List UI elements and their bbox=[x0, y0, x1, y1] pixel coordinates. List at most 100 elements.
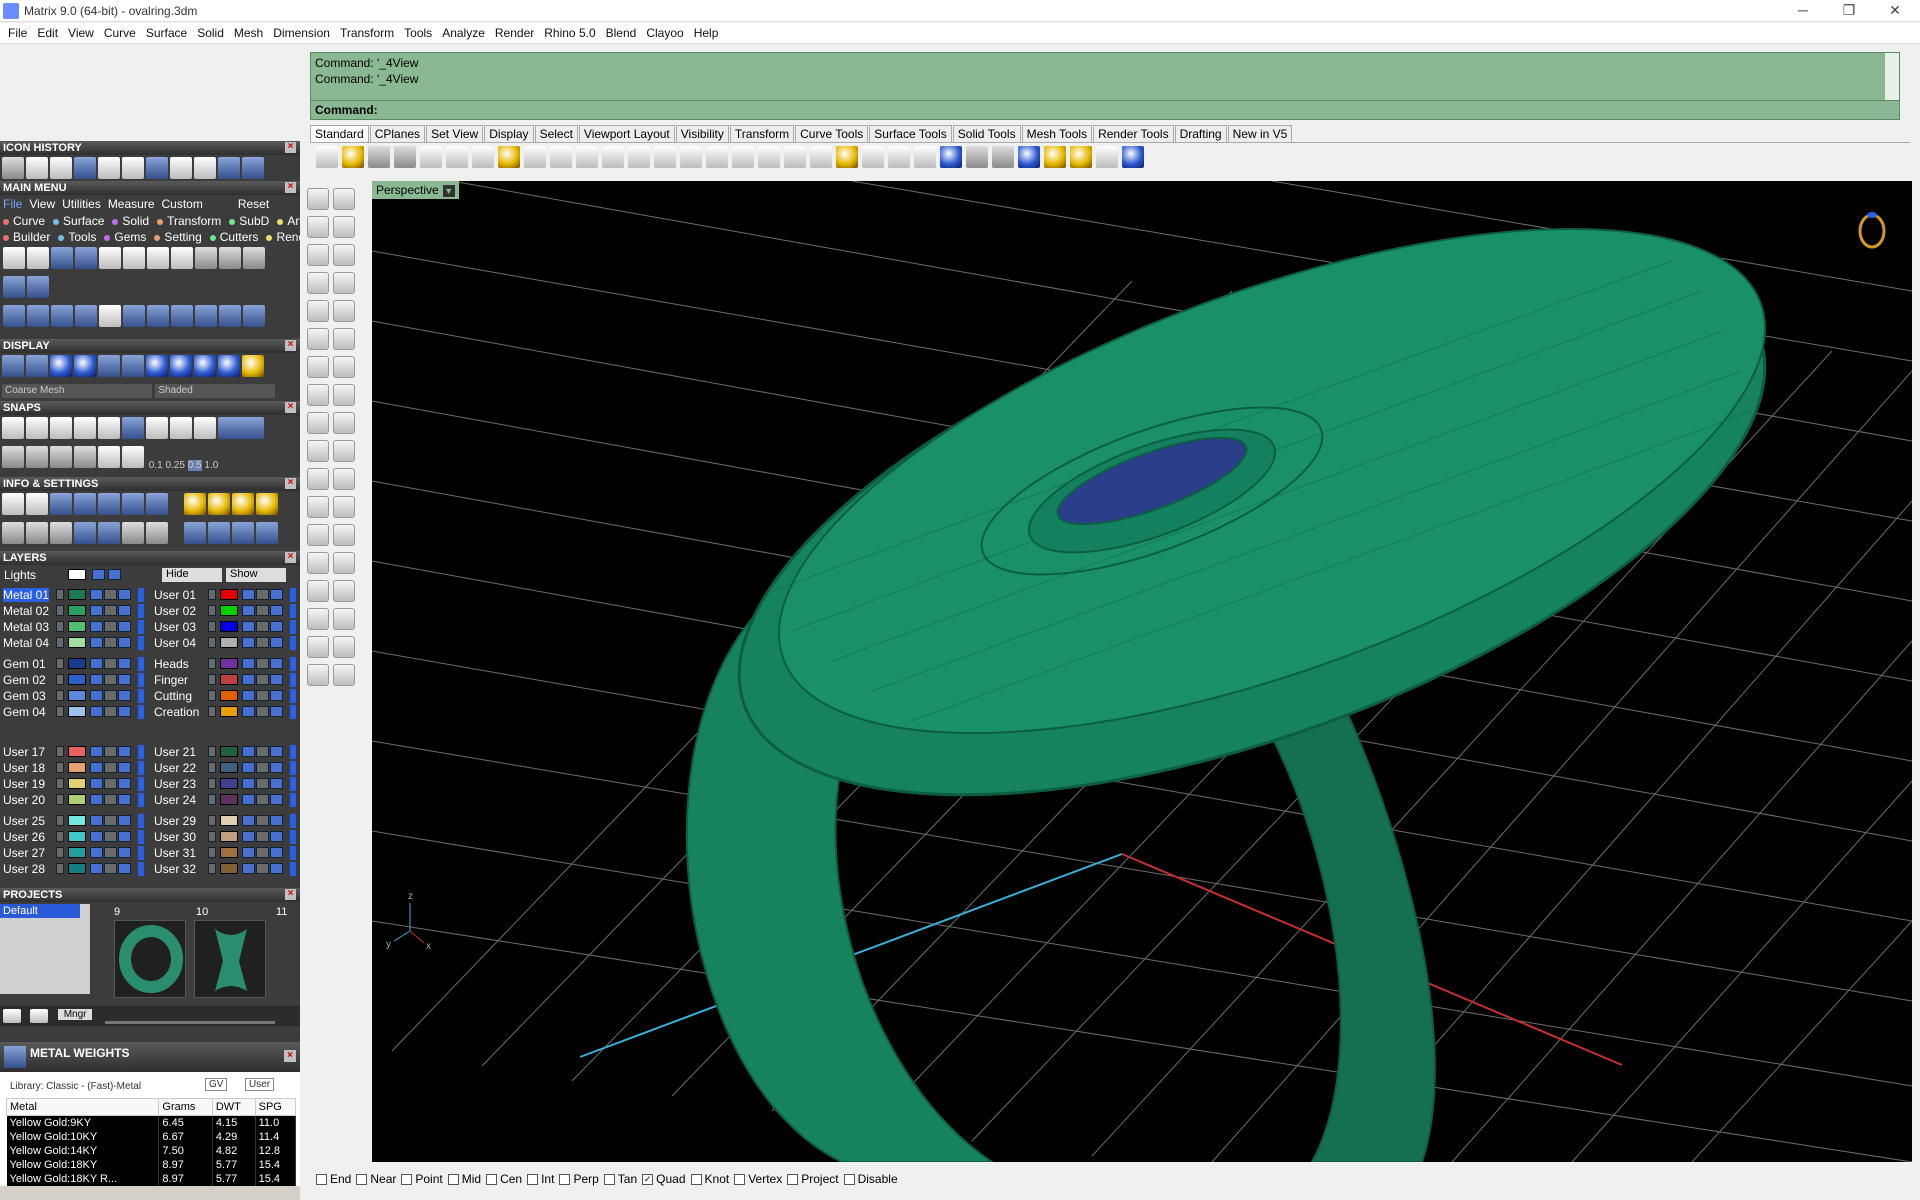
grid-icon[interactable] bbox=[2, 446, 24, 468]
layer-visible-icon[interactable] bbox=[242, 762, 255, 773]
layer-name[interactable]: User 32 bbox=[154, 862, 196, 876]
snap-icon[interactable] bbox=[26, 417, 48, 439]
snap-icon[interactable] bbox=[98, 417, 120, 439]
osnap-checkbox[interactable] bbox=[356, 1174, 368, 1186]
layer-row[interactable]: Gem 04 bbox=[0, 704, 148, 720]
menu-item[interactable]: Edit bbox=[32, 23, 63, 40]
layer-visible-icon[interactable] bbox=[90, 794, 103, 805]
table-row[interactable]: Yellow Gold:18KY R... 8.97 5.77 15.4 bbox=[6, 1172, 297, 1186]
osnap-checkbox[interactable] bbox=[527, 1174, 539, 1186]
show-button[interactable]: Show bbox=[226, 568, 286, 582]
layer-current-icon[interactable] bbox=[56, 831, 64, 842]
split-icon[interactable] bbox=[307, 440, 329, 462]
main-menu-category[interactable]: Gems bbox=[104, 230, 150, 244]
layer-lock-icon[interactable] bbox=[256, 658, 269, 669]
history-tool-icon[interactable] bbox=[146, 157, 168, 179]
layer-row[interactable]: User 23 bbox=[152, 776, 300, 792]
layer-lock-icon[interactable] bbox=[104, 762, 117, 773]
join-icon[interactable] bbox=[307, 468, 329, 490]
layer-row[interactable]: Metal 04 bbox=[0, 635, 148, 651]
menu-item[interactable]: Surface bbox=[141, 23, 192, 40]
layer-name[interactable]: User 04 bbox=[154, 636, 196, 650]
info-icon[interactable] bbox=[50, 493, 72, 515]
offset-icon[interactable] bbox=[307, 496, 329, 518]
zoom-extents-icon[interactable] bbox=[654, 146, 676, 168]
project-thumbnail[interactable] bbox=[194, 920, 266, 998]
circle-icon[interactable] bbox=[307, 244, 329, 266]
layer-current-icon[interactable] bbox=[56, 847, 64, 858]
layer-row[interactable]: Gem 02 bbox=[0, 672, 148, 688]
layer-row[interactable]: User 02 bbox=[152, 603, 300, 619]
ellipse-icon[interactable] bbox=[333, 244, 355, 266]
main-menu-tab[interactable]: View bbox=[29, 197, 55, 211]
metal-column-header[interactable]: Metal bbox=[5, 1098, 160, 1116]
info-icon[interactable] bbox=[122, 522, 144, 544]
osnap-option[interactable]: Disable bbox=[843, 1172, 898, 1186]
info-icon[interactable] bbox=[74, 493, 96, 515]
layer-lock-icon[interactable] bbox=[104, 621, 117, 632]
main-menu-category[interactable]: Builder bbox=[3, 230, 54, 244]
layer-name[interactable]: User 20 bbox=[3, 793, 45, 807]
layer-lock-icon[interactable] bbox=[256, 746, 269, 757]
explode-icon[interactable] bbox=[333, 468, 355, 490]
osnap-option[interactable]: Int bbox=[527, 1172, 554, 1186]
new-icon[interactable] bbox=[316, 146, 338, 168]
layer-toggle[interactable] bbox=[108, 569, 121, 580]
layer-visible-icon[interactable] bbox=[90, 746, 103, 757]
layer-name[interactable]: Finger bbox=[154, 673, 188, 687]
help-icon[interactable] bbox=[1122, 146, 1144, 168]
material-icon[interactable] bbox=[992, 146, 1014, 168]
layer-visible-icon[interactable] bbox=[242, 831, 255, 842]
menu-item[interactable]: Curve bbox=[99, 23, 141, 40]
layer-current-icon[interactable] bbox=[56, 658, 64, 669]
gold-sphere-icon[interactable] bbox=[242, 355, 264, 377]
layer-row[interactable]: User 28 bbox=[0, 861, 148, 877]
osnap-option[interactable]: Mid bbox=[447, 1172, 481, 1186]
layer-name[interactable]: User 28 bbox=[3, 862, 45, 876]
curve-tool-icon[interactable] bbox=[195, 305, 217, 327]
layer-visible-icon[interactable] bbox=[242, 621, 255, 632]
info-icon[interactable] bbox=[122, 493, 144, 515]
osnap-option[interactable]: Project bbox=[787, 1172, 839, 1186]
paint-icon[interactable] bbox=[333, 664, 355, 686]
table-row[interactable]: Yellow Gold:9KY 6.45 4.15 11.0 bbox=[6, 1115, 297, 1130]
layer-color-swatch[interactable] bbox=[220, 674, 238, 685]
layer-row[interactable]: User 03 bbox=[152, 619, 300, 635]
layer-row[interactable]: Cutting bbox=[152, 688, 300, 704]
sphere-icon[interactable] bbox=[218, 355, 240, 377]
layer-lock-icon[interactable] bbox=[256, 674, 269, 685]
save-as-icon[interactable] bbox=[123, 247, 145, 269]
layer-row[interactable]: User 26 bbox=[0, 829, 148, 845]
menu-item[interactable]: Blend bbox=[601, 23, 642, 40]
layer-color-swatch[interactable] bbox=[220, 863, 238, 874]
open-file-icon[interactable] bbox=[27, 247, 49, 269]
layer-lock-icon[interactable] bbox=[104, 658, 117, 669]
history-tool-icon[interactable] bbox=[170, 157, 192, 179]
layer-current-icon[interactable] bbox=[208, 674, 216, 685]
layer-tool-icon[interactable] bbox=[3, 276, 25, 298]
curve-tool-icon[interactable] bbox=[147, 305, 169, 327]
layer-visible-icon[interactable] bbox=[90, 831, 103, 842]
align-icon[interactable] bbox=[333, 608, 355, 630]
four-view-icon[interactable] bbox=[732, 146, 754, 168]
osnap-checkbox[interactable]: ✓ bbox=[642, 1174, 654, 1186]
viewport-label[interactable]: Perspective ▼ bbox=[372, 181, 459, 199]
layer-lock-icon[interactable] bbox=[256, 605, 269, 616]
project-slider[interactable] bbox=[104, 1021, 275, 1025]
layer-lock-icon[interactable] bbox=[256, 637, 269, 648]
snap-icon[interactable] bbox=[122, 417, 144, 439]
render-icon[interactable] bbox=[1018, 146, 1040, 168]
layer-name[interactable]: User 21 bbox=[154, 745, 196, 759]
snap-icon[interactable] bbox=[26, 446, 48, 468]
osnap-checkbox[interactable] bbox=[603, 1174, 615, 1186]
layer-visible-icon[interactable] bbox=[242, 706, 255, 717]
project-list[interactable]: Default bbox=[0, 904, 90, 994]
layer-current-icon[interactable] bbox=[208, 847, 216, 858]
move-icon[interactable] bbox=[99, 305, 121, 327]
toolbar-tab[interactable]: Select bbox=[534, 125, 578, 142]
main-menu-category[interactable]: Art bbox=[277, 214, 300, 228]
print-icon[interactable] bbox=[394, 146, 416, 168]
sphere-icon[interactable] bbox=[74, 355, 96, 377]
layer-visible-icon[interactable] bbox=[242, 690, 255, 701]
layer-visible-icon[interactable] bbox=[90, 690, 103, 701]
